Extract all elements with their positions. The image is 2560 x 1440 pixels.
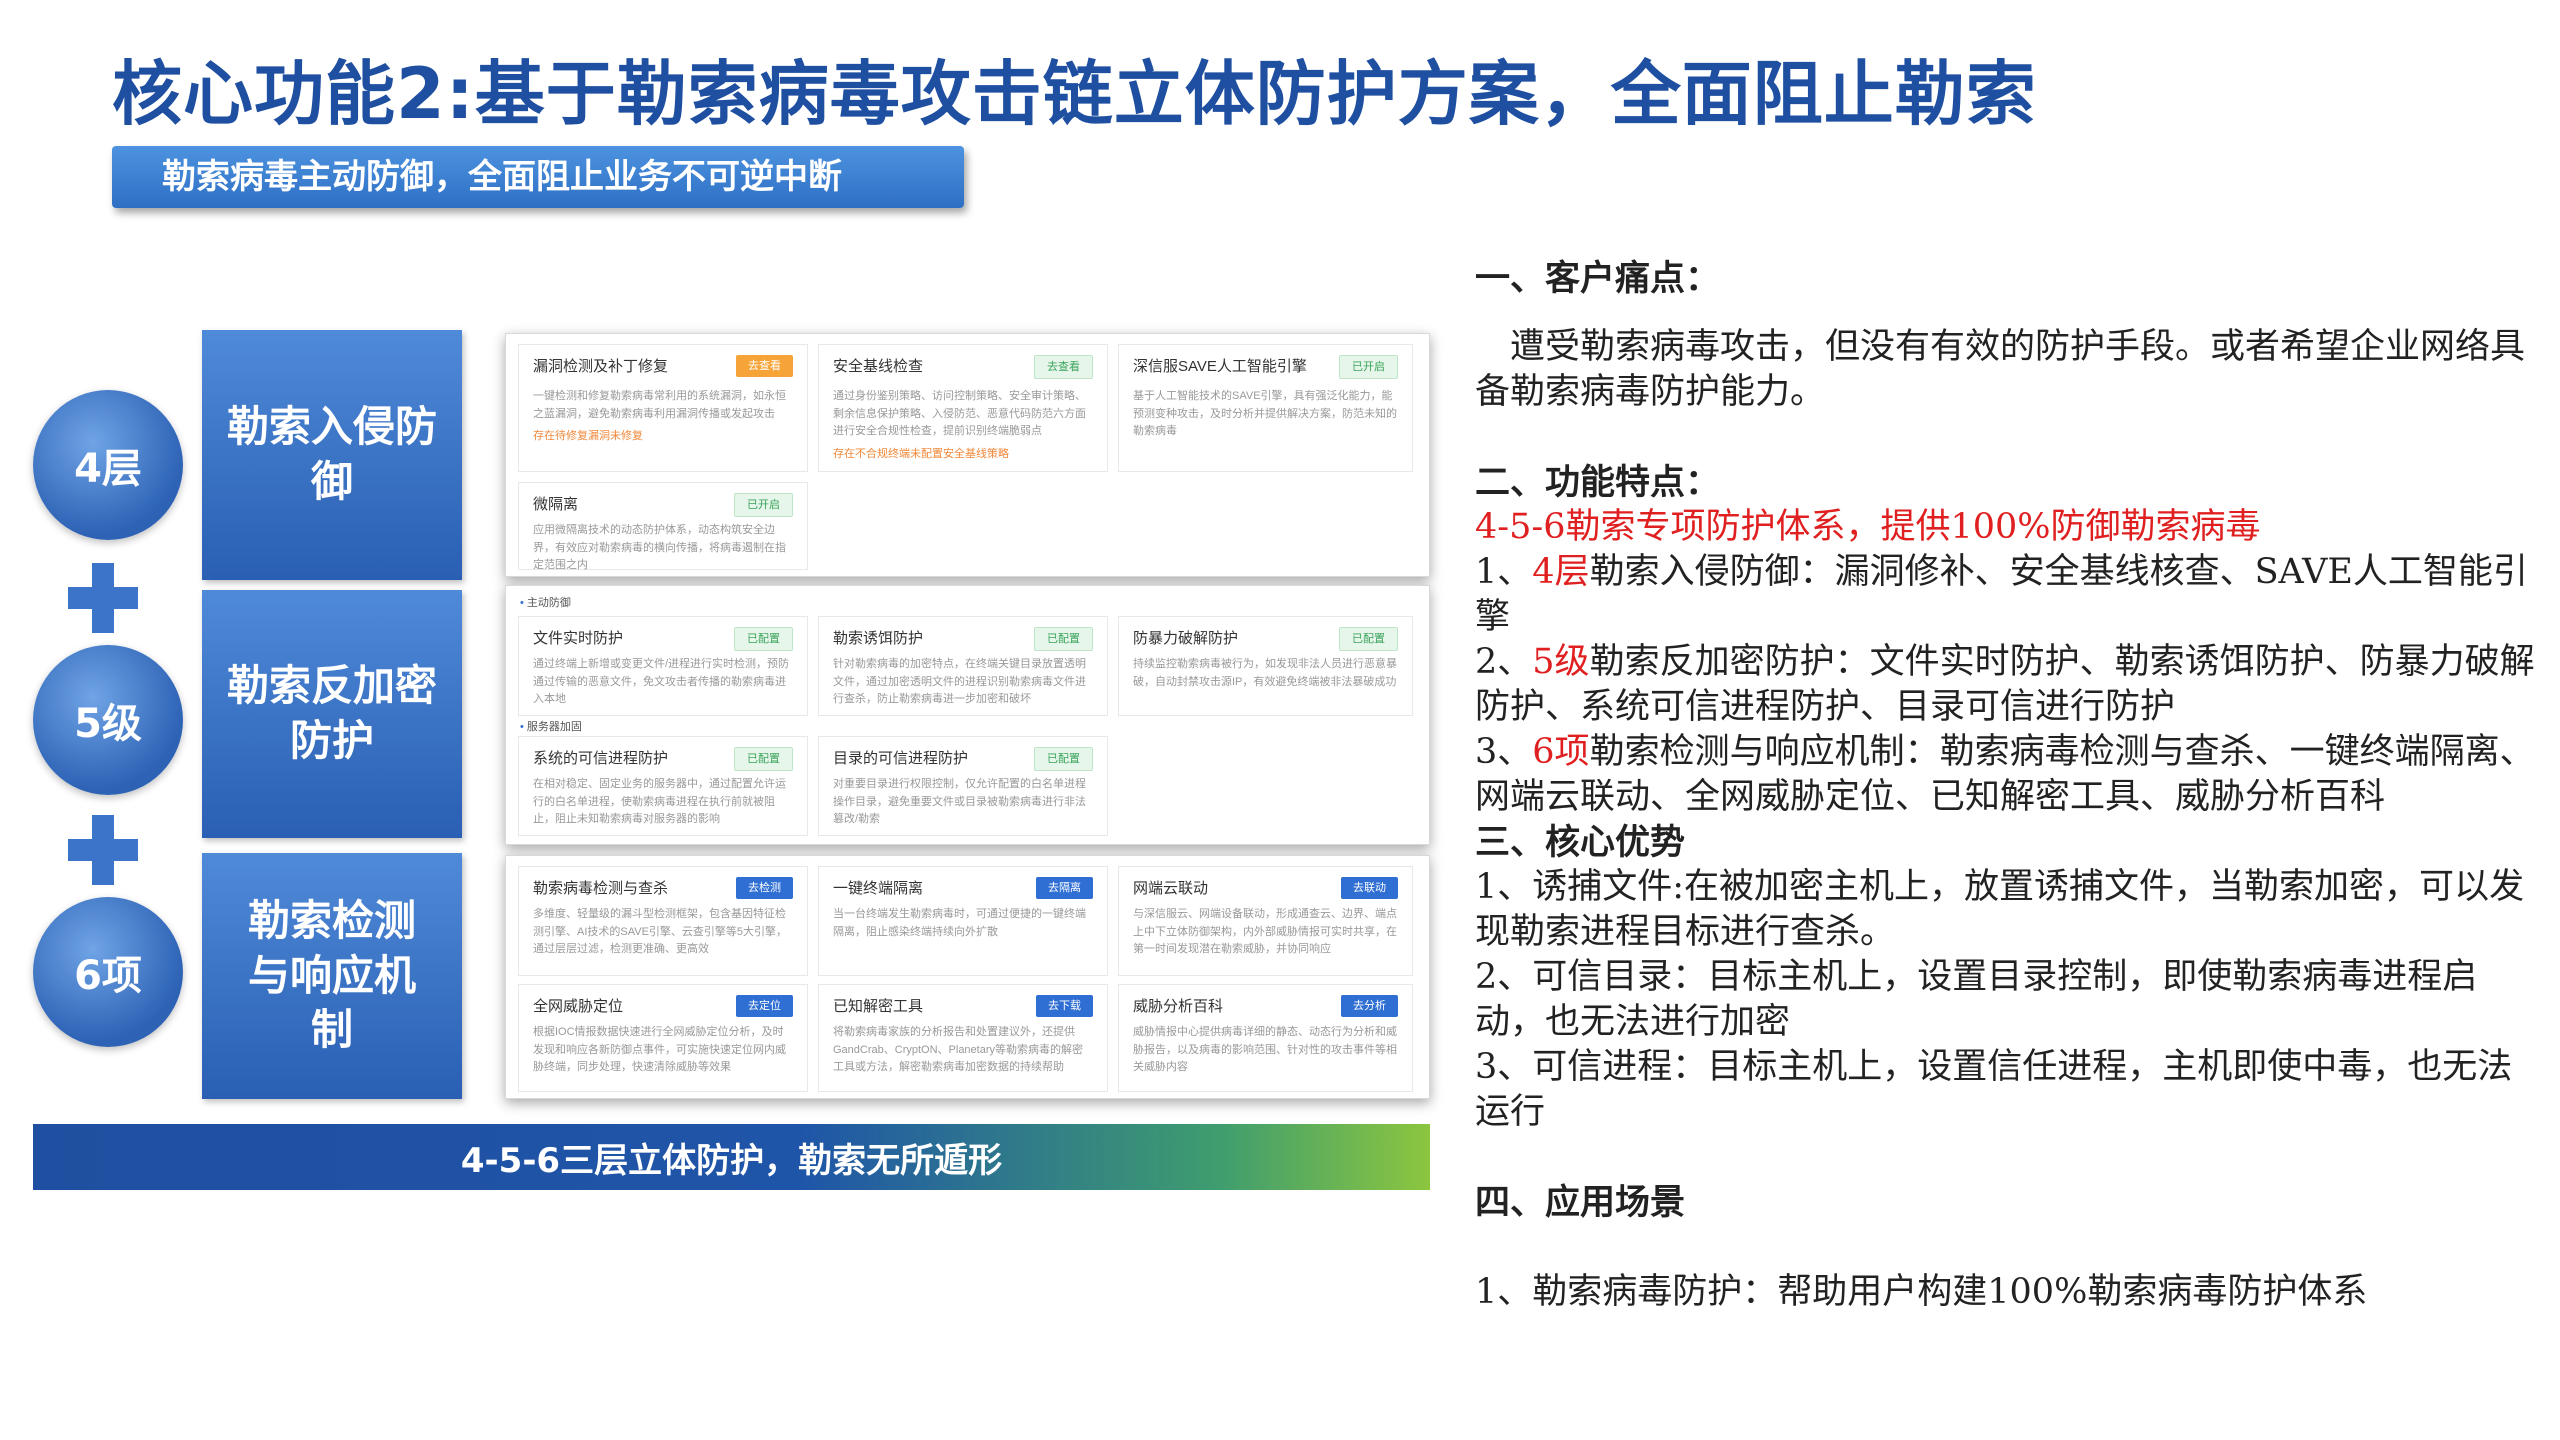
scenario-heading: 四、应用场景 [1475, 1182, 1686, 1223]
card-desc: 通过身份鉴别策略、访问控制策略、安全审计策略、剩余信息保护策略、入侵防范、恶意代… [833, 390, 1086, 438]
feature-item-2: 2、5级勒索反加密防护：文件实时防护、勒索诱饵防护、防暴力破解防护、系统可信进程… [1475, 642, 2535, 727]
level-circle-label: 6项 [74, 953, 142, 999]
section-label: 服务器加固 [520, 718, 582, 734]
linkage-button[interactable]: 去联动 [1341, 877, 1398, 899]
card-threat-encyclopedia: 威胁分析百科 去分析 威胁情报中心提供病毒详细的静态、动态行为分析和威胁报告，以… [1118, 984, 1413, 1092]
card-micro-isolation: 微隔离 已开启 应用微隔离技术的动态防护体系，动态构筑安全边界，有效应对勒索病毒… [518, 482, 808, 571]
status-badge: 已配置 [734, 627, 793, 651]
level-circle-label: 5级 [74, 701, 142, 747]
bottom-banner: 4-5-6三层立体防护，勒索无所遁形 [33, 1124, 1430, 1190]
intrusion-defense-panel: 漏洞检测及补丁修复 去查看 一键检测和修复勒索病毒常利用的系统漏洞，如永恒之蓝漏… [505, 333, 1430, 577]
card-desc: 威胁情报中心提供病毒详细的静态、动态行为分析和威胁报告，以及病毒的影响范围、针对… [1133, 1026, 1397, 1074]
card-desc: 持续监控勒索病毒被行为，如发现非法人员进行恶意暴破，自动封禁攻击源IP，有效避免… [1133, 658, 1397, 688]
card-desc: 通过终端上新增或变更文件/进程进行实时检测，预防通过传输的恶意文件，免文攻击者传… [533, 658, 790, 706]
card-system-trusted-process: 系统的可信进程防护 已配置 在相对稳定、固定业务的服务器中，通过配置允许运行的白… [518, 736, 808, 836]
card-virus-detect: 勒索病毒检测与查杀 去检测 多维度、轻量级的漏斗型检测框架，包含基因特征检测引擎… [518, 866, 808, 976]
status-badge: 已开启 [1339, 355, 1398, 379]
card-desc: 多维度、轻量级的漏斗型检测框架，包含基因特征检测引擎、AI技术的SAVE引擎、云… [533, 908, 788, 956]
level-circle-6: 6项 [33, 897, 183, 1047]
card-save-engine: 深信服SAVE人工智能引擎 已开启 基于人工智能技术的SAVE引擎，具有强泛化能… [1118, 344, 1413, 472]
description-column: 一、客户痛点： 遭受勒索病毒攻击，但没有有效的防护手段。或者希望企业网络具备勒索… [1475, 256, 2535, 1315]
advantage-item-2: 2、可信目录：目标主机上，设置目录控制，即使勒索病毒进程启动，也无法进行加密 [1475, 957, 2478, 1042]
isolate-button[interactable]: 去隔离 [1036, 877, 1093, 899]
card-warning: 存在不合规终端未配置安全基线策略 [833, 447, 1009, 460]
pain-heading: 一、客户痛点： [1475, 258, 1721, 299]
view-button[interactable]: 去查看 [1034, 355, 1093, 379]
level-block-anti-encryption: 勒索反加密防护 [202, 590, 462, 838]
card-baseline: 安全基线检查 去查看 通过身份鉴别策略、访问控制策略、安全审计策略、剩余信息保护… [818, 344, 1108, 472]
card-desc: 应用微隔离技术的动态防护体系，动态构筑安全边界，有效应对勒索病毒的横向传播，将病… [533, 524, 786, 572]
page-title: 核心功能2:基于勒索病毒攻击链立体防护方案，全面阻止勒索 [112, 53, 2037, 135]
subtitle-banner: 勒索病毒主动防御，全面阻止业务不可逆中断 [112, 146, 964, 208]
level-circle-label: 4层 [74, 446, 142, 492]
view-button[interactable]: 去查看 [736, 355, 793, 377]
card-anti-bruteforce: 防暴力破解防护 已配置 持续监控勒索病毒被行为，如发现非法人员进行恶意暴破，自动… [1118, 616, 1413, 716]
card-terminal-isolation: 一键终端隔离 去隔离 当一台终端发生勒索病毒时，可通过便捷的一键终端隔离，阻止感… [818, 866, 1108, 976]
anti-encryption-panel: 主动防御 文件实时防护 已配置 通过终端上新增或变更文件/进程进行实时检测，预防… [505, 585, 1430, 845]
analyze-button[interactable]: 去分析 [1341, 995, 1398, 1017]
card-desc: 基于人工智能技术的SAVE引擎，具有强泛化能力，能预测变种攻击，及时分析并提供解… [1133, 390, 1397, 438]
locate-button[interactable]: 去定位 [736, 995, 793, 1017]
card-desc: 针对勒索病毒的加密特点，在终端关键目录放置透明文件，通过加密透明文件的进程识别勒… [833, 658, 1086, 706]
card-warning: 存在待修复漏洞未修复 [533, 430, 643, 443]
card-network-cloud-linkage: 网端云联动 去联动 与深信服云、网端设备联动，形成通查云、边界、端点上中下立体防… [1118, 866, 1413, 976]
card-desc: 将勒索病毒家族的分析报告和处置建议外，还提供GandCrab、CryptON、P… [833, 1026, 1084, 1074]
section-label: 主动防御 [520, 594, 571, 610]
status-badge: 已配置 [734, 747, 793, 771]
download-button[interactable]: 去下载 [1036, 995, 1093, 1017]
card-bait-protection: 勒索诱饵防护 已配置 针对勒索病毒的加密特点，在终端关键目录放置透明文件，通过加… [818, 616, 1108, 716]
advantage-heading: 三、核心优势 [1475, 822, 1686, 863]
feature-item-1: 1、4层勒索入侵防御：漏洞修补、安全基线核查、SAVE人工智能引擎 [1475, 552, 2528, 637]
scenario-item-1: 1、勒索病毒防护：帮助用户构建100%勒索病毒防护体系 [1475, 1272, 2368, 1312]
detection-response-panel: 勒索病毒检测与查杀 去检测 多维度、轻量级的漏斗型检测框架，包含基因特征检测引擎… [505, 855, 1430, 1099]
status-badge: 已配置 [1339, 627, 1398, 651]
feature-summary: 4-5-6勒索专项防护体系，提供100%防御勒索病毒 [1475, 507, 2261, 547]
status-badge: 已配置 [1034, 627, 1093, 651]
status-badge: 已配置 [1034, 747, 1093, 771]
card-decrypt-tools: 已知解密工具 去下载 将勒索病毒家族的分析报告和处置建议外，还提供GandCra… [818, 984, 1108, 1092]
feature-item-3: 3、6项勒索检测与响应机制：勒索病毒检测与查杀、一键终端隔离、网端云联动、全网威… [1475, 732, 2535, 817]
card-threat-location: 全网威胁定位 去定位 根据IOC情报数据快速进行全网威胁定位分析，及时发现和响应… [518, 984, 808, 1092]
pain-text: 遭受勒索病毒攻击，但没有有效的防护手段。或者希望企业网络具备勒索病毒防护能力。 [1475, 327, 2526, 412]
status-badge: 已开启 [734, 493, 793, 517]
card-desc: 根据IOC情报数据快速进行全网威胁定位分析，及时发现和响应各新防御点事件，可实施… [533, 1026, 786, 1074]
card-desc: 当一台终端发生勒索病毒时，可通过便捷的一键终端隔离，阻止感染终端持续向外扩散 [833, 908, 1086, 938]
card-desc: 在相对稳定、固定业务的服务器中，通过配置允许运行的白名单进程，使勒索病毒进程在执… [533, 778, 786, 826]
level-block-intrusion: 勒索入侵防御 [202, 330, 462, 580]
plus-icon [68, 815, 138, 885]
level-block-detection: 勒索检测与响应机制 [202, 853, 462, 1099]
card-desc: 对重要目录进行权限控制，仅允许配置的白名单进程操作目录，避免重要文件或目录被勒索… [833, 778, 1086, 826]
plus-icon [68, 563, 138, 633]
card-file-realtime: 文件实时防护 已配置 通过终端上新增或变更文件/进程进行实时检测，预防通过传输的… [518, 616, 808, 716]
level-circle-4: 4层 [33, 390, 183, 540]
card-desc: 与深信服云、网端设备联动，形成通查云、边界、端点上中下立体防御架构，内外部威胁情… [1133, 908, 1397, 956]
card-vuln-patch: 漏洞检测及补丁修复 去查看 一键检测和修复勒索病毒常利用的系统漏洞，如永恒之蓝漏… [518, 344, 808, 472]
feature-heading: 二、功能特点： [1475, 462, 1721, 503]
advantage-item-1: 1、诱捕文件:在被加密主机上，放置诱捕文件，当勒索加密，可以发现勒索进程目标进行… [1475, 867, 2525, 952]
card-directory-trusted-process: 目录的可信进程防护 已配置 对重要目录进行权限控制，仅允许配置的白名单进程操作目… [818, 736, 1108, 836]
level-circle-5: 5级 [33, 645, 183, 795]
advantage-item-3: 3、可信进程：目标主机上，设置信任进程，主机即使中毒，也无法运行 [1475, 1047, 2513, 1132]
detect-button[interactable]: 去检测 [736, 877, 793, 899]
card-desc: 一键检测和修复勒索病毒常利用的系统漏洞，如永恒之蓝漏洞，避免勒索病毒利用漏洞传播… [533, 390, 786, 420]
